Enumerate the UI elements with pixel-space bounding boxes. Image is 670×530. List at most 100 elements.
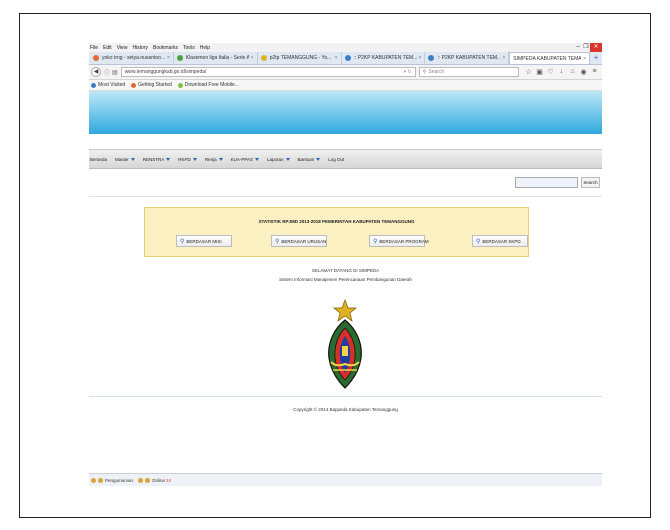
tab-close-icon[interactable]: × bbox=[335, 55, 338, 61]
menu-tools[interactable]: Tools bbox=[183, 45, 195, 51]
bookmark-icon bbox=[91, 82, 96, 88]
back-arrow-icon[interactable]: ◀ bbox=[91, 67, 101, 77]
home-icon[interactable]: ⌂ bbox=[567, 68, 578, 76]
chevron-down-icon bbox=[166, 157, 171, 161]
menu-history[interactable]: History bbox=[132, 45, 148, 51]
page-status-bar: Pengumuman Online 24 bbox=[89, 473, 602, 486]
nav-label: Bantuan bbox=[297, 156, 315, 162]
page-info-icon[interactable]: ⓘ bbox=[104, 68, 110, 77]
panel-title: STATISTIK RPJMD 2013-2018 PEMERINTAH KAB… bbox=[258, 219, 415, 224]
menu-file[interactable]: File bbox=[90, 45, 98, 51]
url-text: www.temanggungkab.go.id/simpeda/ bbox=[124, 69, 207, 75]
nav-label: Laporan bbox=[267, 156, 284, 162]
pocket-icon[interactable]: ♡ bbox=[545, 68, 556, 76]
clipboard-icon[interactable]: ▣ bbox=[534, 68, 545, 76]
browser-tab[interactable]: Klasemen liga Italia - Serie A × bbox=[174, 52, 258, 64]
menu-bar: File Edit View History Bookmarks Tools H… bbox=[89, 43, 602, 52]
tab-strip: yoko trng - setya.nusantoo... × Klasemen… bbox=[89, 52, 602, 65]
status-item-pengumuman[interactable]: Pengumuman bbox=[91, 477, 133, 483]
tab-favicon-icon bbox=[428, 55, 435, 61]
nav-renja[interactable]: Renja bbox=[205, 157, 223, 162]
tab-close-icon[interactable]: × bbox=[502, 55, 505, 61]
web-page: Beranda Master RENSTRA RKPD Renja KUA-PP… bbox=[89, 91, 602, 486]
nav-laporan[interactable]: Laporan bbox=[267, 157, 290, 162]
site-search-row: Search bbox=[89, 169, 602, 197]
browser-tab-active[interactable]: SIMPEDA KABUPATEN TEMA... × bbox=[509, 52, 591, 64]
bookmark-most-visited[interactable]: Most Visited bbox=[91, 82, 125, 88]
nav-logout[interactable]: Log Out bbox=[328, 157, 344, 162]
status-bar-icon bbox=[91, 477, 96, 483]
berdasar-program-button[interactable]: ⚲ BERDASAR PROGRAM bbox=[369, 235, 429, 247]
nav-bantuan[interactable]: Bantuan bbox=[298, 157, 321, 162]
hamburger-menu-icon[interactable]: ≡ bbox=[589, 68, 600, 76]
tab-close-icon[interactable]: × bbox=[251, 55, 254, 61]
reader-icon[interactable]: ▤ bbox=[112, 69, 118, 76]
download-icon[interactable]: ↓ bbox=[556, 68, 567, 76]
chevron-down-icon bbox=[130, 157, 135, 161]
nav-rkpd[interactable]: RKPD bbox=[178, 157, 197, 162]
copyright-text: Copyright © 2014 Bappeda Kabupaten Teman… bbox=[293, 407, 398, 412]
site-main-nav: Beranda Master RENSTRA RKPD Renja KUA-PP… bbox=[89, 149, 602, 169]
tab-close-icon[interactable]: × bbox=[167, 55, 170, 61]
berdasar-skpd-button[interactable]: ⚲ BERDASAR SKPD bbox=[472, 235, 528, 247]
window-controls: ‒ ❐ ✕ bbox=[574, 43, 602, 52]
search-icon: ⚲ bbox=[180, 238, 185, 245]
firefox-icon bbox=[131, 82, 137, 88]
tab-label: yoko trng - setya.nusantoo... bbox=[102, 55, 165, 61]
bookmark-download-mobile[interactable]: Download Free Mobile... bbox=[177, 82, 239, 88]
nav-master[interactable]: Master bbox=[115, 157, 135, 162]
bookmark-label: Getting Started bbox=[138, 82, 172, 88]
browser-search-input[interactable]: ⚲ Search bbox=[418, 67, 519, 77]
nav-kua-ppas[interactable]: KUA-PPAS bbox=[230, 156, 260, 162]
sync-icon[interactable]: ◉ bbox=[578, 68, 589, 76]
menu-help[interactable]: Help bbox=[200, 45, 210, 51]
browser-tab[interactable]: p2tp TEMANGGUNG - Yo... × bbox=[258, 52, 342, 64]
new-tab-button[interactable]: + bbox=[590, 52, 602, 64]
online-label: Online bbox=[152, 477, 166, 483]
tab-favicon-icon bbox=[260, 55, 267, 61]
button-label: BERDASAR URUSAN bbox=[281, 238, 327, 244]
minimize-button[interactable]: ‒ bbox=[574, 43, 582, 52]
nav-label: Log Out bbox=[328, 156, 345, 162]
tab-favicon-icon bbox=[93, 55, 99, 61]
tab-favicon-icon bbox=[176, 55, 183, 61]
status-bar-icon bbox=[138, 477, 144, 483]
search-icon: ⚲ bbox=[476, 238, 481, 245]
nav-label: RENSTRA bbox=[142, 156, 165, 162]
menu-bookmarks[interactable]: Bookmarks bbox=[153, 45, 178, 51]
nav-renstra[interactable]: RENSTRA bbox=[143, 157, 171, 162]
bookmark-getting-started[interactable]: Getting Started bbox=[131, 82, 172, 88]
url-input[interactable]: www.temanggungkab.go.id/simpeda/ ▾ ↻ bbox=[120, 67, 416, 77]
site-search-button[interactable]: Search bbox=[581, 177, 600, 188]
regency-emblem-icon bbox=[328, 299, 362, 389]
nav-label: KUA-PPAS bbox=[230, 156, 254, 162]
browser-window: File Edit View History Bookmarks Tools H… bbox=[89, 43, 602, 498]
browser-tab[interactable]: :: P2KP KABUPATEN TEM... × bbox=[342, 52, 426, 64]
navigation-bar: ◀ ⓘ ▤ www.temanggungkab.go.id/simpeda/ ▾… bbox=[89, 65, 602, 80]
nav-label: Beranda bbox=[90, 156, 108, 162]
user-online-icon bbox=[145, 477, 151, 483]
tab-label: :: P2KP KABUPATEN TEM... bbox=[353, 55, 417, 61]
star-icon[interactable]: ☆ bbox=[523, 68, 534, 76]
browser-tab[interactable]: yoko trng - setya.nusantoo... × bbox=[90, 52, 174, 64]
reload-icon[interactable]: ▾ ↻ bbox=[404, 69, 412, 75]
menu-view[interactable]: View bbox=[117, 45, 128, 51]
berdasar-misi-button[interactable]: ⚲ BERDASAR MISI bbox=[176, 235, 232, 247]
berdasar-urusan-button[interactable]: ⚲ BERDASAR URUSAN bbox=[271, 235, 327, 247]
tab-close-icon[interactable]: × bbox=[419, 55, 422, 61]
menu-edit[interactable]: Edit bbox=[103, 45, 112, 51]
close-window-button[interactable]: ✕ bbox=[590, 43, 602, 52]
site-search-input[interactable] bbox=[515, 177, 578, 188]
toolbar-icons: ☆ ▣ ♡ ↓ ⌂ ◉ ≡ bbox=[523, 68, 600, 76]
nav-label: Renja bbox=[204, 156, 217, 162]
nav-beranda[interactable]: Beranda bbox=[90, 157, 107, 162]
nav-label: RKPD bbox=[178, 156, 191, 162]
search-icon: ⚲ bbox=[275, 238, 280, 245]
status-item-online[interactable]: Online 24 bbox=[138, 477, 171, 483]
tab-close-icon[interactable]: × bbox=[583, 56, 586, 62]
search-icon: ⚲ bbox=[422, 69, 427, 75]
tab-favicon-icon bbox=[344, 55, 351, 61]
maximize-button[interactable]: ❐ bbox=[582, 43, 590, 52]
tab-label: SIMPEDA KABUPATEN TEMA... bbox=[513, 55, 582, 62]
browser-tab[interactable]: :: P2KP KABUPATEN TEM... × bbox=[425, 52, 510, 64]
